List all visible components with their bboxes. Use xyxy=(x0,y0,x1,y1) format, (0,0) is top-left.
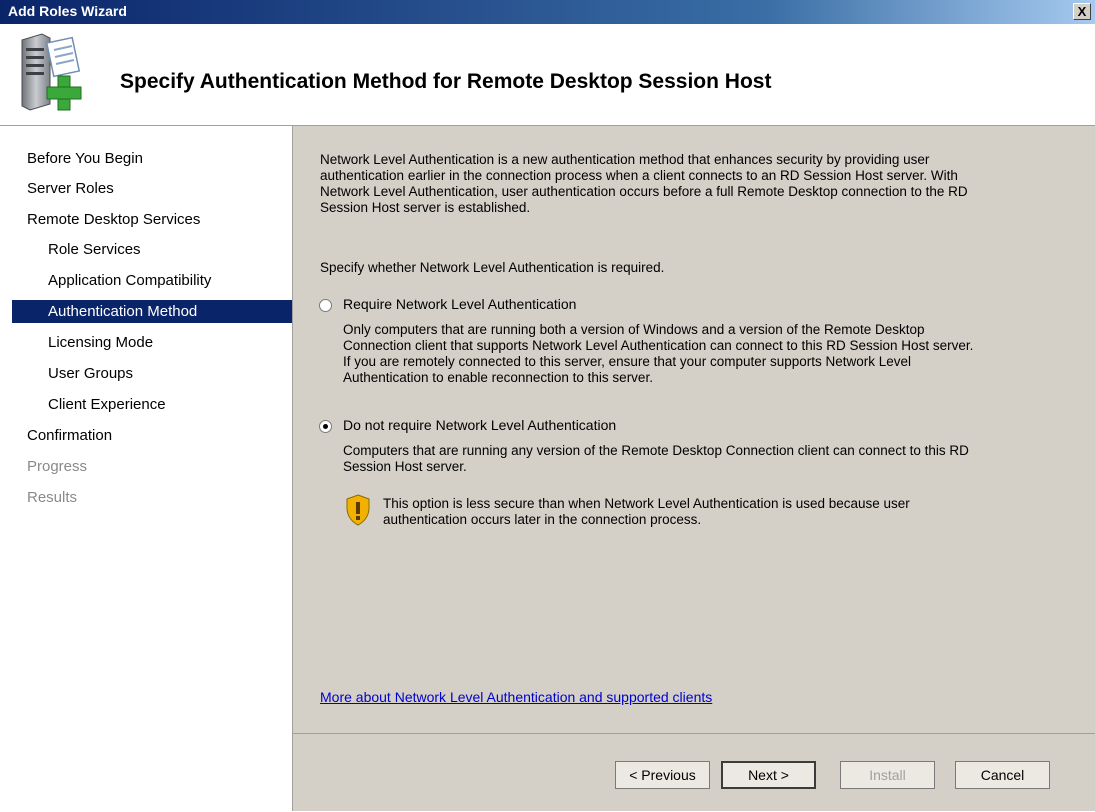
description-line: Authentication to enable reconnection to… xyxy=(343,370,653,385)
require-nla-label[interactable]: Require Network Level Authentication xyxy=(343,296,576,312)
close-button[interactable]: X xyxy=(1073,3,1091,20)
security-warning-shield-icon xyxy=(346,494,370,526)
cancel-button[interactable]: Cancel xyxy=(955,761,1050,789)
nav-item-application-compatibility[interactable]: Application Compatibility xyxy=(0,269,292,292)
description-line: If you are remotely connected to this se… xyxy=(343,354,912,369)
nav-item-role-services[interactable]: Role Services xyxy=(0,238,292,261)
title-bar[interactable]: Add Roles Wizard X xyxy=(0,0,1095,24)
description-line: Connection client that supports Network … xyxy=(343,338,974,353)
intro-line: Network Level Authentication is a new au… xyxy=(320,152,930,167)
nav-item-before-you-begin[interactable]: Before You Begin xyxy=(0,147,292,170)
nav-item-results: Results xyxy=(27,489,78,506)
install-button: Install xyxy=(840,761,935,789)
nav-item-user-groups[interactable]: User Groups xyxy=(0,362,292,385)
nla-help-link[interactable]: More about Network Level Authentication … xyxy=(320,689,712,705)
server-add-icon xyxy=(21,33,82,111)
require-nla-radio[interactable] xyxy=(319,299,332,312)
nav-item-progress: Progress xyxy=(27,458,88,475)
description-line: Only computers that are running both a v… xyxy=(343,322,925,337)
do-not-require-nla-description: Computers that are running any version o… xyxy=(343,443,969,475)
add-roles-wizard-window: Add Roles Wizard X Specify Authenticatio… xyxy=(0,0,1095,811)
next-button[interactable]: Next > xyxy=(721,761,816,789)
nav-item-authentication-method[interactable]: Authentication Method xyxy=(12,300,292,323)
nav-item-licensing-mode[interactable]: Licensing Mode xyxy=(0,331,292,354)
nav-item-client-experience[interactable]: Client Experience xyxy=(0,393,292,416)
wizard-footer: < Previous Next > Install Cancel xyxy=(293,733,1095,812)
nav-item-confirmation[interactable]: Confirmation xyxy=(0,424,292,447)
description-line: Computers that are running any version o… xyxy=(343,443,969,458)
nla-prompt: Specify whether Network Level Authentica… xyxy=(320,260,665,275)
do-not-require-nla-label[interactable]: Do not require Network Level Authenticat… xyxy=(343,417,616,433)
warning-line: authentication occurs later in the conne… xyxy=(383,512,702,527)
description-line: Session Host server. xyxy=(343,459,467,474)
security-warning-text: This option is less secure than when Net… xyxy=(383,496,910,528)
warning-line: This option is less secure than when Net… xyxy=(383,496,910,511)
wizard-header: Specify Authentication Method for Remote… xyxy=(0,24,1095,126)
content-pane: Network Level Authentication is a new au… xyxy=(293,126,1095,732)
require-nla-description: Only computers that are running both a v… xyxy=(343,322,973,386)
nav-item-remote-desktop-services[interactable]: Remote Desktop Services xyxy=(0,208,292,231)
intro-paragraph: Network Level Authentication is a new au… xyxy=(320,152,968,216)
wizard-steps-nav: Before You Begin Server Roles Remote Des… xyxy=(0,126,293,811)
intro-line: Network Level Authentication, user authe… xyxy=(320,184,968,199)
intro-line: Session Host server is established. xyxy=(320,200,531,215)
nav-item-server-roles[interactable]: Server Roles xyxy=(0,177,292,200)
intro-line: authentication earlier in the connection… xyxy=(320,168,958,183)
window-title: Add Roles Wizard xyxy=(8,3,127,19)
previous-button[interactable]: < Previous xyxy=(615,761,710,789)
page-title: Specify Authentication Method for Remote… xyxy=(120,70,772,93)
do-not-require-nla-radio[interactable] xyxy=(319,420,332,433)
